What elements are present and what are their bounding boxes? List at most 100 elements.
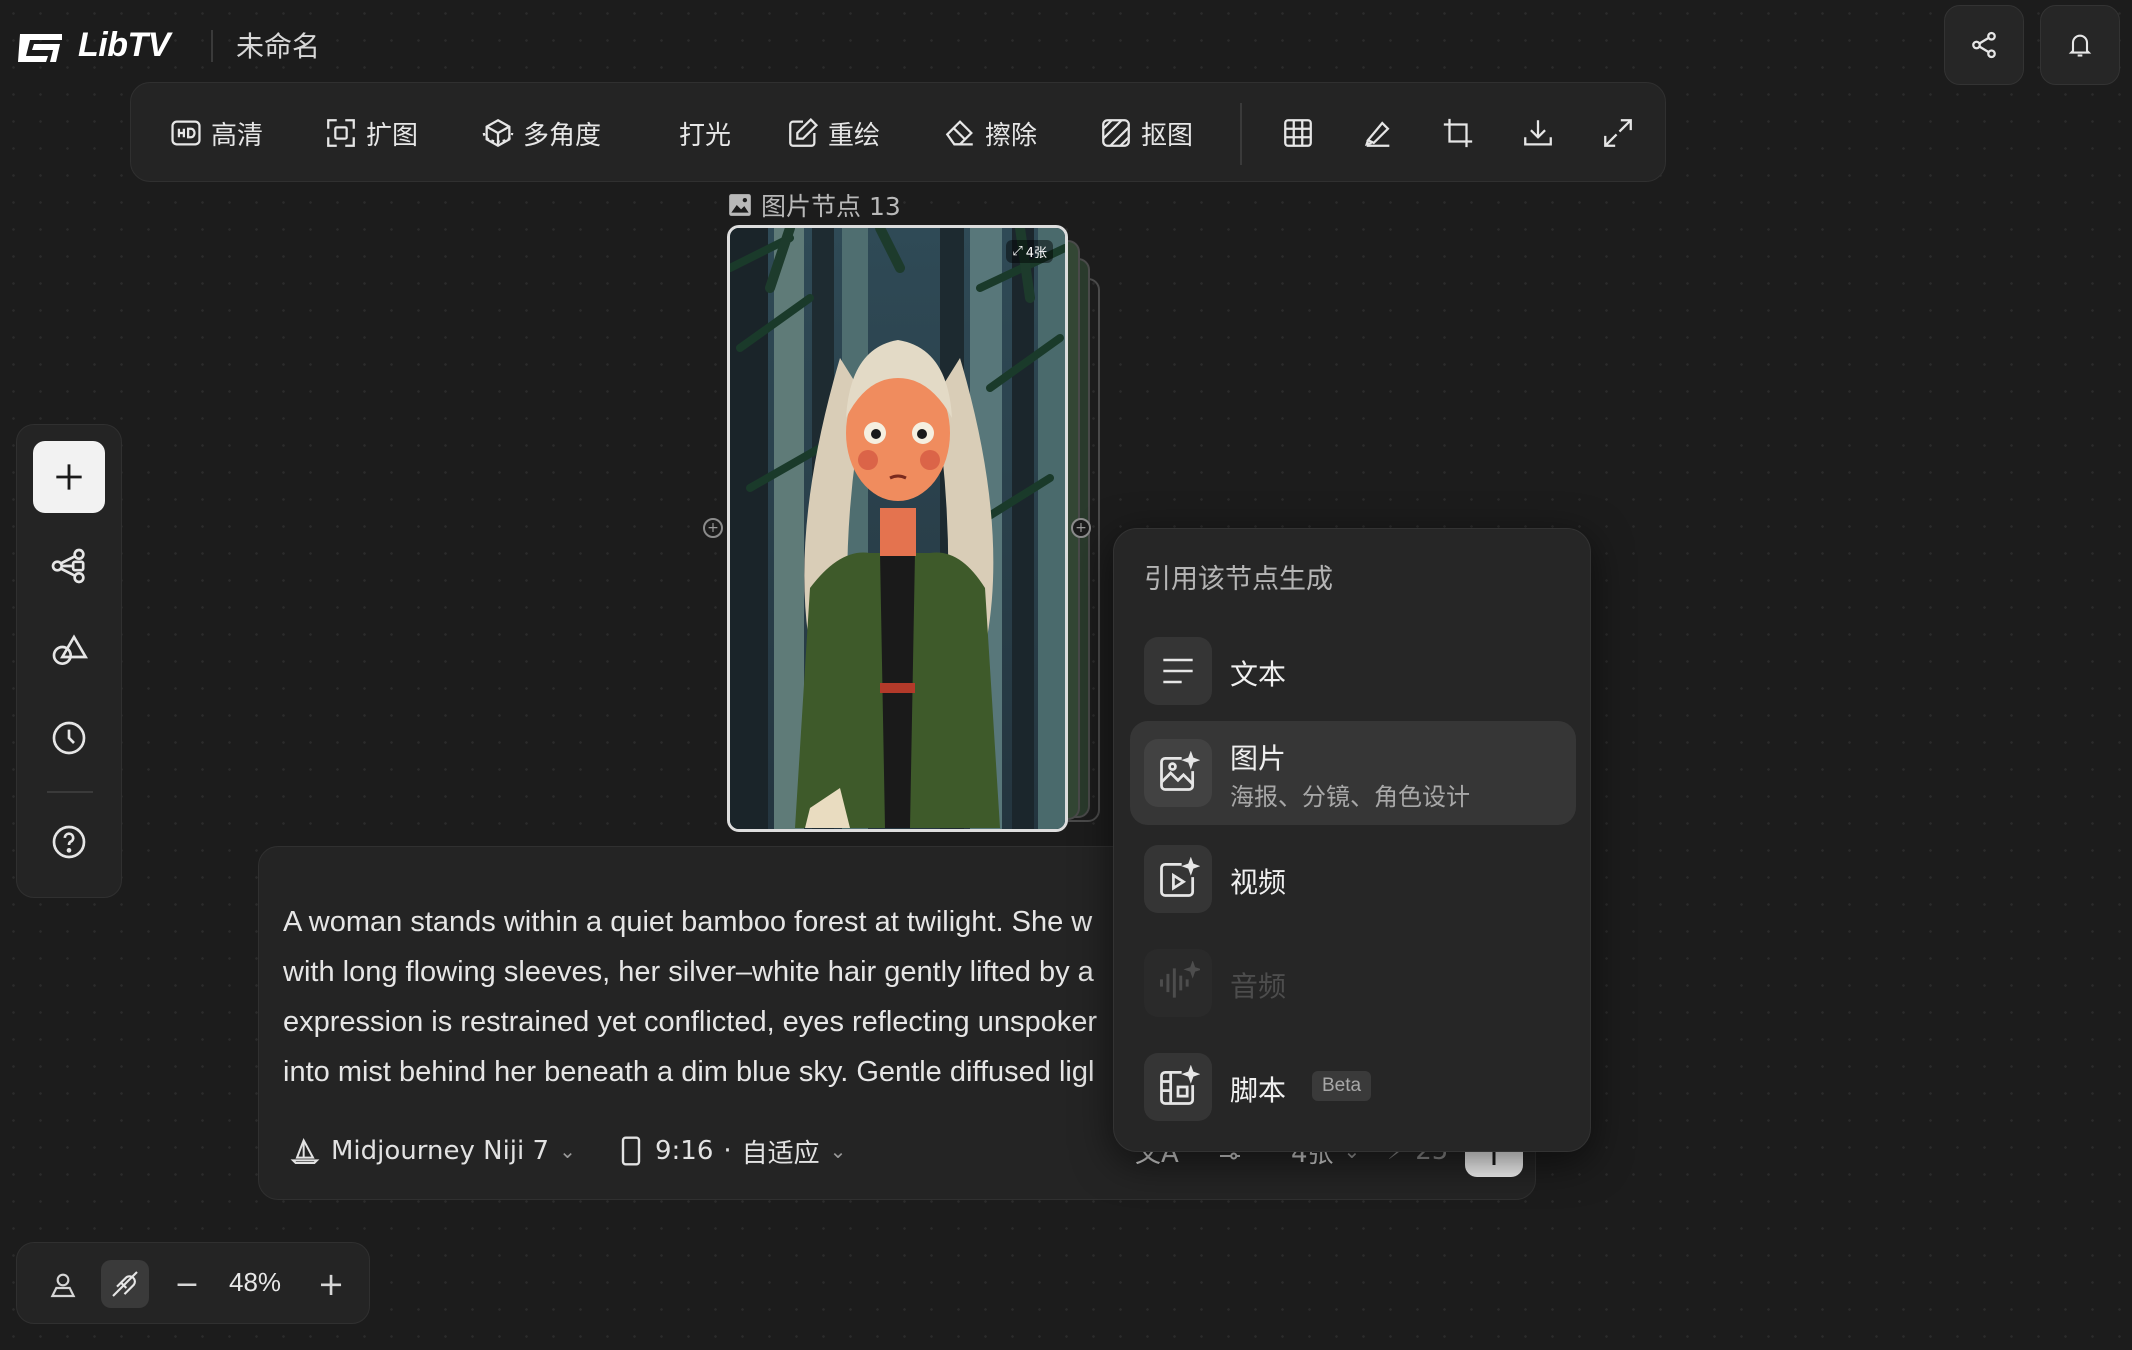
menu-item-script[interactable]: 脚本 Beta bbox=[1130, 1037, 1576, 1141]
menu-item-audio: 音频 bbox=[1130, 933, 1576, 1037]
zoom-in-button[interactable]: + bbox=[307, 1260, 355, 1308]
tool-eraser[interactable]: 擦除 bbox=[943, 111, 1037, 155]
node-title[interactable]: 图片节点 13 bbox=[727, 187, 901, 223]
plus-icon: + bbox=[317, 1265, 345, 1303]
tool-cutout[interactable]: 抠图 bbox=[1099, 111, 1193, 155]
fullscreen-icon bbox=[1604, 119, 1632, 147]
expand-image-icon bbox=[327, 119, 355, 147]
zoom-bar: − 48% + bbox=[16, 1242, 370, 1324]
chevron-down-icon: ⌄ bbox=[829, 1139, 847, 1163]
grid-icon bbox=[1284, 119, 1312, 147]
shapes-icon bbox=[52, 634, 88, 665]
portrait-ratio-icon bbox=[621, 1136, 641, 1166]
history-button[interactable] bbox=[46, 715, 92, 761]
menu-item-label: 音频 bbox=[1230, 970, 1287, 1003]
brush-button[interactable] bbox=[1358, 113, 1398, 153]
model-name: Midjourney Niji 7 bbox=[331, 1136, 550, 1166]
share-button[interactable] bbox=[1944, 5, 2024, 85]
cutout-icon bbox=[1102, 119, 1130, 147]
ratio-separator: · bbox=[723, 1136, 732, 1166]
location-user-icon bbox=[50, 1273, 76, 1298]
title-divider bbox=[211, 30, 213, 62]
chevron-down-icon: ⌄ bbox=[559, 1139, 576, 1163]
image-ai-icon bbox=[1144, 739, 1212, 807]
image-count-badge[interactable]: ⤢ 4张 bbox=[1006, 240, 1053, 263]
image-toolbar: 高清 扩图 多角度 打光 重绘 擦除 抠图 bbox=[130, 82, 1666, 182]
tool-hd[interactable]: 高清 bbox=[169, 111, 263, 155]
sailboat-icon bbox=[290, 1137, 320, 1164]
history-icon bbox=[52, 721, 86, 755]
tool-lighting[interactable]: 打光 bbox=[671, 111, 731, 155]
model-selector[interactable]: Midjourney Niji 7 ⌄ bbox=[289, 1131, 576, 1171]
workflow-button[interactable] bbox=[46, 543, 92, 589]
node-output-port[interactable]: + bbox=[1071, 518, 1091, 538]
add-node-button[interactable] bbox=[33, 441, 105, 513]
audio-icon bbox=[1144, 949, 1212, 1017]
image-count: 4张 bbox=[1025, 246, 1047, 261]
app-name: LibTV bbox=[78, 25, 170, 64]
rail-divider bbox=[47, 791, 93, 793]
left-sidebar bbox=[16, 424, 122, 898]
menu-item-text[interactable]: 文本 bbox=[1130, 619, 1576, 723]
beta-badge: Beta bbox=[1312, 1071, 1372, 1101]
download-icon bbox=[1524, 120, 1552, 146]
menu-item-video[interactable]: 视频 bbox=[1130, 829, 1576, 933]
forest-portrait-illustration bbox=[730, 228, 1065, 829]
add-icon bbox=[56, 464, 82, 490]
menu-item-label: 视频 bbox=[1230, 866, 1287, 899]
script-icon bbox=[1144, 1053, 1212, 1121]
eraser-icon bbox=[945, 120, 973, 146]
locate-button[interactable] bbox=[39, 1260, 87, 1308]
menu-item-image[interactable]: 图片 海报、分镜、角色设计 bbox=[1130, 721, 1576, 825]
tool-expand[interactable]: 扩图 bbox=[324, 111, 418, 155]
toolbar-divider bbox=[1240, 103, 1242, 165]
tool-label: 擦除 bbox=[985, 120, 1038, 151]
node-label-text: 图片节点 13 bbox=[761, 192, 901, 221]
image-icon bbox=[729, 194, 751, 216]
assets-button[interactable] bbox=[46, 629, 92, 675]
brush-icon bbox=[1364, 121, 1390, 147]
tool-multi-angle[interactable]: 多角度 bbox=[481, 111, 601, 155]
menu-title: 引用该节点生成 bbox=[1144, 564, 1333, 595]
tool-label: 抠图 bbox=[1141, 120, 1194, 151]
crop-icon bbox=[1443, 118, 1473, 148]
help-button[interactable] bbox=[46, 819, 92, 865]
help-icon bbox=[52, 825, 86, 859]
node-input-port[interactable]: + bbox=[703, 518, 723, 538]
zoom-out-button[interactable]: − bbox=[163, 1260, 211, 1308]
share-icon bbox=[1972, 31, 1996, 59]
redraw-icon bbox=[789, 117, 819, 147]
crop-button[interactable] bbox=[1438, 113, 1478, 153]
menu-item-label: 图片 bbox=[1230, 742, 1287, 775]
hd-icon bbox=[171, 120, 201, 146]
multi-angle-icon bbox=[482, 118, 514, 148]
menu-item-subtitle: 海报、分镜、角色设计 bbox=[1230, 783, 1470, 811]
app-logo[interactable]: LibTV bbox=[16, 26, 170, 64]
grid-button[interactable] bbox=[1278, 113, 1318, 153]
tool-label: 扩图 bbox=[366, 120, 419, 151]
zoom-level: 48% bbox=[229, 1267, 282, 1297]
tool-label: 高清 bbox=[211, 120, 264, 151]
generated-image[interactable]: ⤢ 4张 bbox=[727, 225, 1068, 832]
text-icon bbox=[1144, 637, 1212, 705]
snap-toggle-button[interactable] bbox=[101, 1260, 149, 1308]
bell-icon bbox=[2068, 34, 2092, 57]
magnet-off-icon bbox=[112, 1271, 138, 1297]
expand-small-icon: ⤢ bbox=[1012, 244, 1023, 259]
video-ai-icon bbox=[1144, 845, 1212, 913]
fullscreen-button[interactable] bbox=[1598, 113, 1638, 153]
download-button[interactable] bbox=[1518, 113, 1558, 153]
tool-label: 打光 bbox=[679, 120, 732, 151]
menu-item-label: 脚本 bbox=[1230, 1074, 1287, 1107]
notification-button[interactable] bbox=[2040, 5, 2120, 85]
ratio-selector[interactable]: 9:16 · 自适应 ⌄ bbox=[617, 1131, 846, 1171]
generate-from-node-menu: 引用该节点生成 文本 图片 海报、分镜、角色设计 视频 音频 脚本 Beta bbox=[1113, 528, 1591, 1152]
tool-redraw[interactable]: 重绘 bbox=[786, 111, 880, 155]
minus-icon: − bbox=[174, 1266, 200, 1302]
libtv-logo-icon bbox=[18, 34, 62, 62]
menu-item-label: 文本 bbox=[1230, 658, 1287, 691]
document-title[interactable]: 未命名 bbox=[236, 25, 320, 65]
ratio-mode: 自适应 bbox=[741, 1138, 820, 1169]
ratio-value: 9:16 bbox=[655, 1136, 714, 1166]
tool-label: 多角度 bbox=[523, 120, 602, 151]
